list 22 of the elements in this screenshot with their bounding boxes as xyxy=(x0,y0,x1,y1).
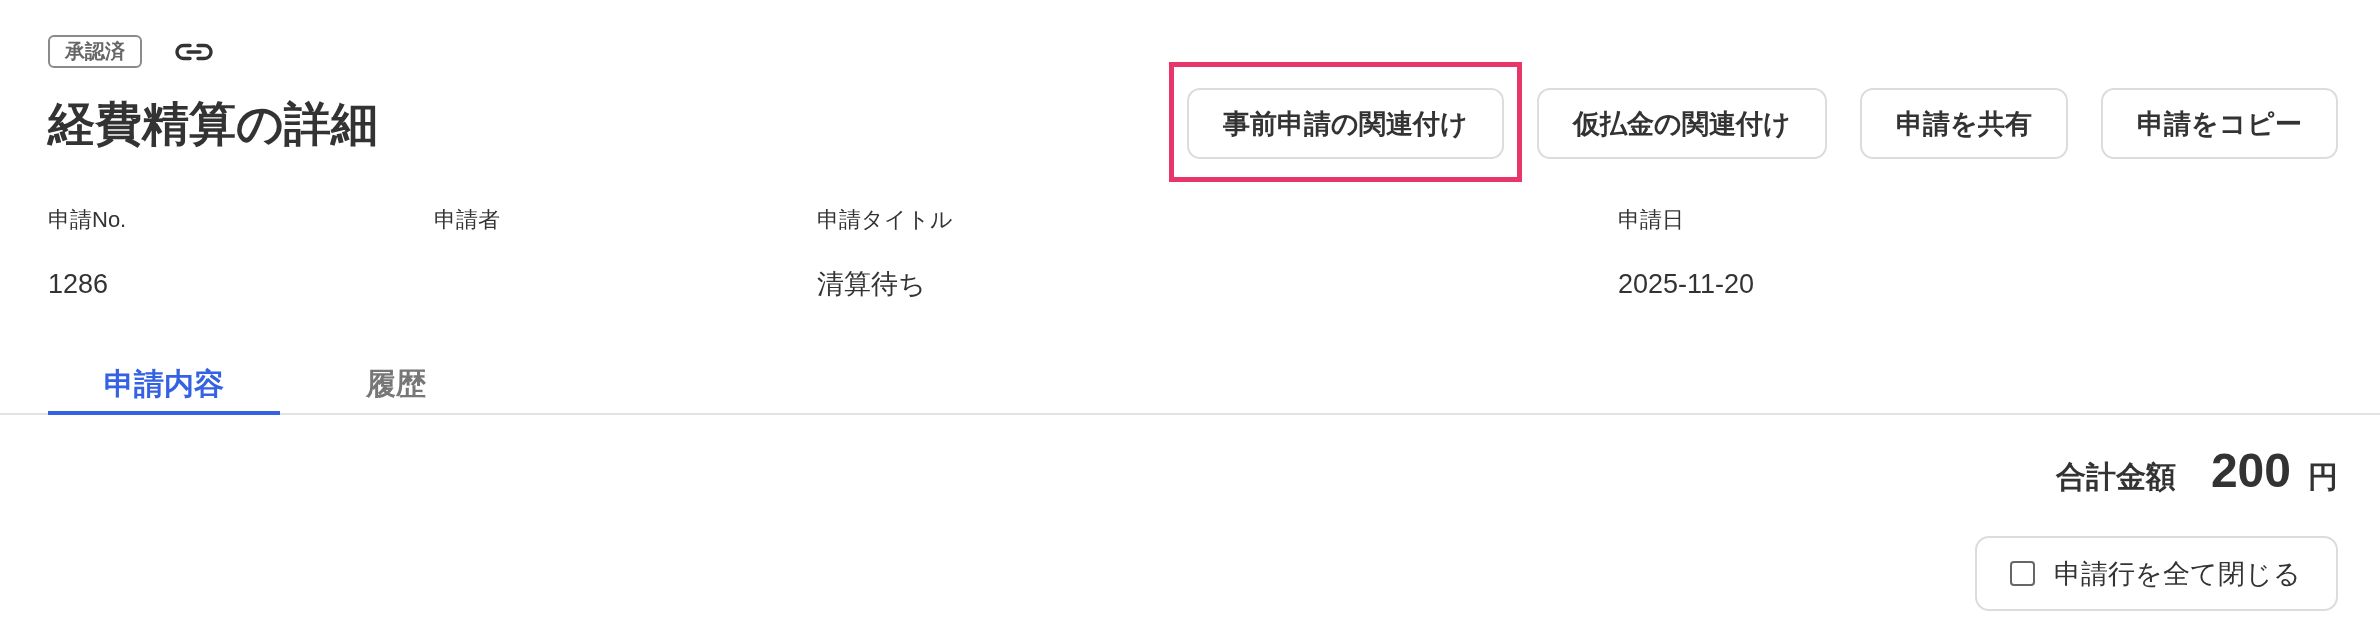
tab[interactable]: 履歴 xyxy=(280,352,512,415)
field-value: 2025-11-20 xyxy=(1618,268,1755,301)
currency-unit: 円 xyxy=(2308,459,2338,495)
total-label: 合計金額 xyxy=(2055,459,2176,495)
field-label: 申請No. xyxy=(48,206,127,234)
action-button[interactable]: 事前申請の関連付け xyxy=(1187,88,1504,159)
field-value: 清算待ち xyxy=(817,268,926,301)
action-button[interactable]: 申請を共有 xyxy=(1860,88,2068,159)
collapse-all-button[interactable]: 申請行を全て閉じる xyxy=(1975,536,2338,611)
page-title: 経費精算の詳細 xyxy=(48,96,378,152)
tab[interactable]: 申請内容 xyxy=(48,352,280,415)
field-value: 1286 xyxy=(48,268,109,301)
field-label: 申請日 xyxy=(1618,206,1684,234)
collapse-all-label: 申請行を全て閉じる xyxy=(2054,557,2301,591)
checkbox[interactable] xyxy=(2010,561,2035,586)
action-button[interactable]: 申請をコピー xyxy=(2101,88,2338,159)
total-amount: 200 xyxy=(2210,443,2291,498)
status-badge: 承認済 xyxy=(48,35,142,68)
link-icon[interactable] xyxy=(174,42,214,61)
action-button[interactable]: 仮払金の関連付け xyxy=(1537,88,1827,159)
field-label: 申請者 xyxy=(434,206,500,234)
field-label: 申請タイトル xyxy=(817,206,953,234)
